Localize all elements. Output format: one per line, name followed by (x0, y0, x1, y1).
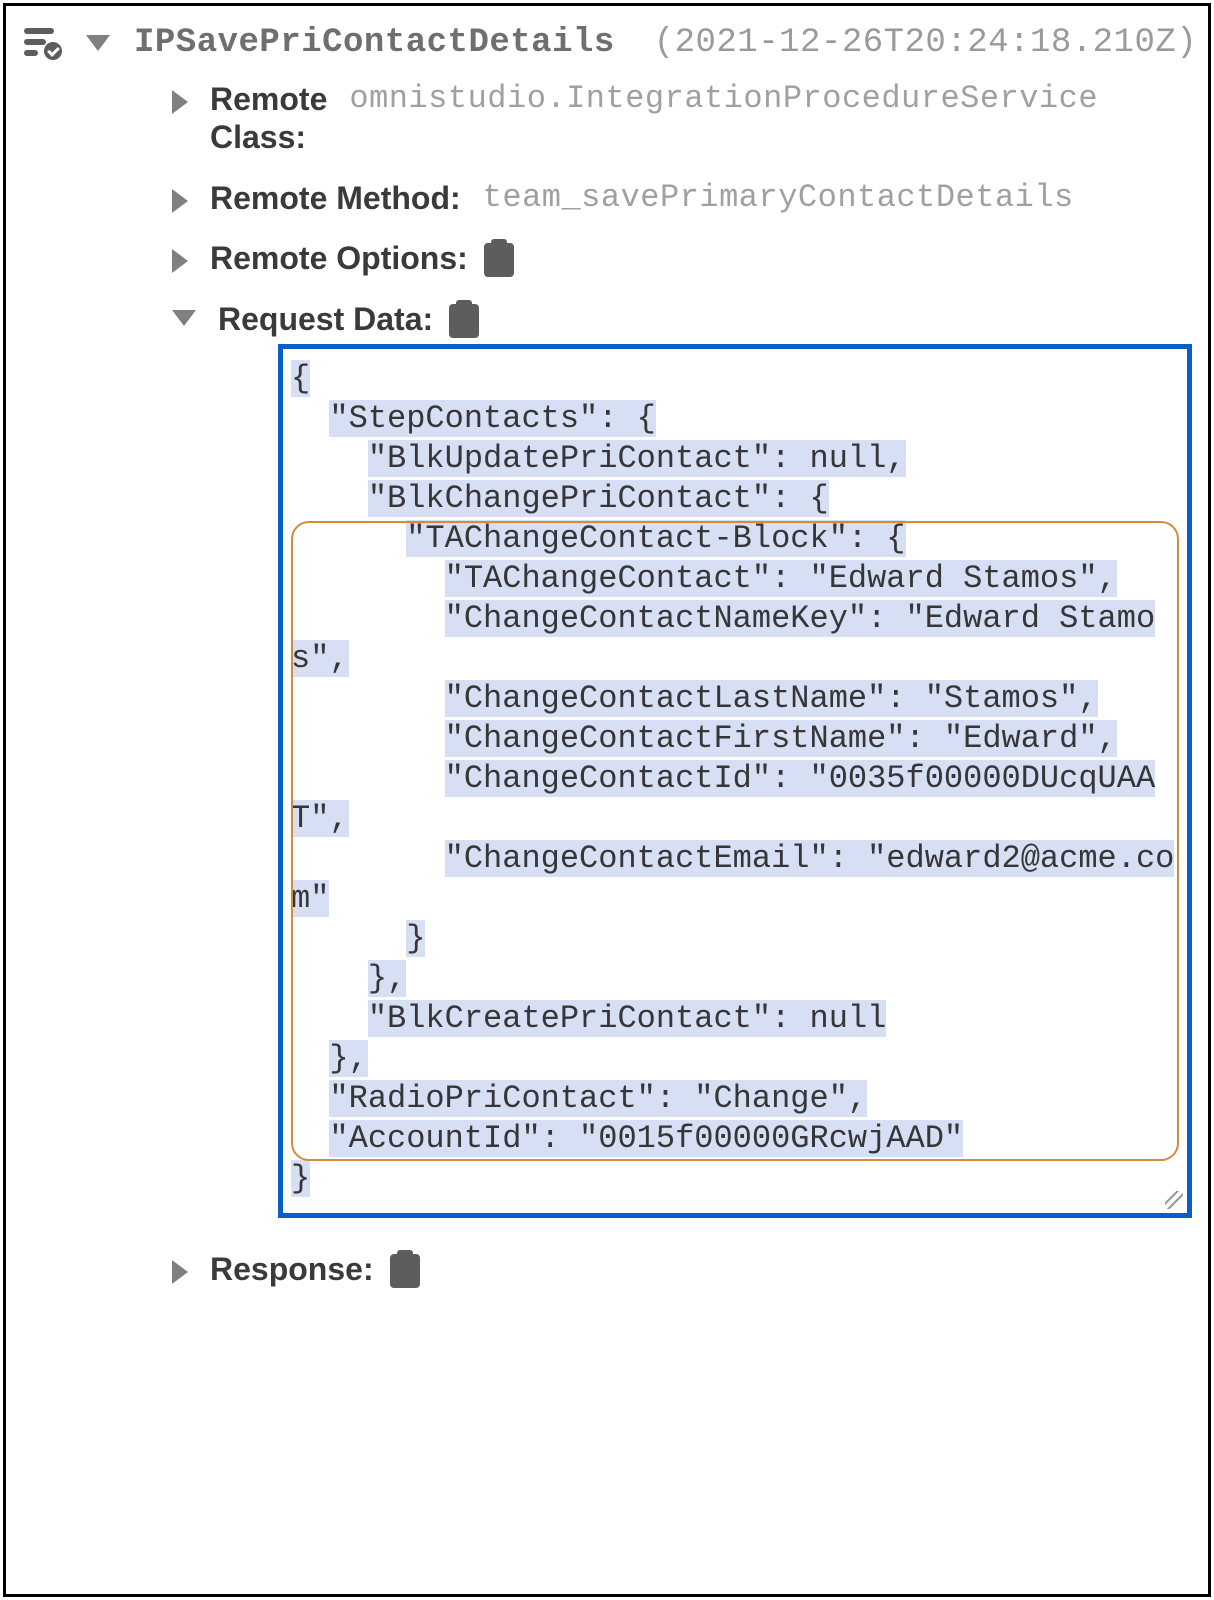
step-title: IPSavePriContactDetails (2021-12-26T20:2… (134, 24, 1192, 62)
json-line: "ChangeContactNameKey": "Edward Stamos", (291, 599, 1183, 679)
json-line: }, (291, 959, 1183, 999)
expand-remote-method-toggle[interactable] (172, 189, 188, 213)
json-line: } (291, 919, 1183, 959)
copy-request-data-icon[interactable] (449, 304, 479, 338)
json-line: } (291, 1159, 1183, 1199)
request-data-label: Request Data: (218, 300, 433, 338)
json-line: "TAChangeContact-Block": { (291, 519, 1183, 559)
expand-request-data-toggle[interactable] (172, 310, 196, 326)
expand-remote-class-toggle[interactable] (172, 90, 188, 114)
remote-method-label: Remote Method: (210, 179, 461, 217)
json-line: "ChangeContactId": "0035f00000DUcqUAAT", (291, 759, 1183, 839)
request-data-row: Request Data: { "StepContacts": { "BlkUp… (172, 300, 1192, 1218)
json-line: "ChangeContactFirstName": "Edward", (291, 719, 1183, 759)
json-line: "RadioPriContact": "Change", (291, 1079, 1183, 1119)
step-status-icon (24, 28, 62, 58)
json-line: "AccountId": "0015f00000GRcwjAAD" (291, 1119, 1183, 1159)
expand-response-toggle[interactable] (172, 1260, 188, 1284)
remote-class-row: RemoteClass: omnistudio.IntegrationProce… (172, 80, 1192, 157)
step-timestamp: (2021-12-26T20:24:18.210Z) (654, 24, 1192, 62)
expand-remote-options-toggle[interactable] (172, 249, 188, 273)
remote-options-label: Remote Options: (210, 239, 468, 277)
remote-class-label: RemoteClass: (210, 80, 327, 157)
copy-remote-options-icon[interactable] (484, 243, 514, 277)
json-line: "BlkCreatePriContact": null (291, 999, 1183, 1039)
json-line: "TAChangeContact": "Edward Stamos", (291, 559, 1183, 599)
json-line: "BlkUpdatePriContact": null, (291, 439, 1183, 479)
remote-options-row: Remote Options: (172, 239, 1192, 277)
step-header: IPSavePriContactDetails (2021-12-26T20:2… (24, 24, 1192, 62)
copy-response-icon[interactable] (390, 1254, 420, 1288)
remote-class-value: omnistudio.IntegrationProcedureService (349, 80, 1098, 117)
resize-grip-icon[interactable] (1165, 1191, 1183, 1209)
step-name: IPSavePriContactDetails (134, 24, 615, 62)
json-line: "StepContacts": { (291, 399, 1183, 439)
json-line: { (291, 359, 1183, 399)
request-data-json[interactable]: { "StepContacts": { "BlkUpdatePriContact… (278, 344, 1192, 1218)
remote-method-value: team_savePrimaryContactDetails (483, 179, 1074, 216)
expand-step-toggle[interactable] (86, 35, 110, 51)
json-line: "ChangeContactEmail": "edward2@acme.com" (291, 839, 1183, 919)
remote-method-row: Remote Method: team_savePrimaryContactDe… (172, 179, 1192, 217)
json-line: "ChangeContactLastName": "Stamos", (291, 679, 1183, 719)
json-line: "BlkChangePriContact": { (291, 479, 1183, 519)
response-row: Response: (172, 1250, 1192, 1288)
debug-panel: IPSavePriContactDetails (2021-12-26T20:2… (3, 3, 1211, 1597)
json-line: }, (291, 1039, 1183, 1079)
response-label: Response: (210, 1250, 374, 1288)
